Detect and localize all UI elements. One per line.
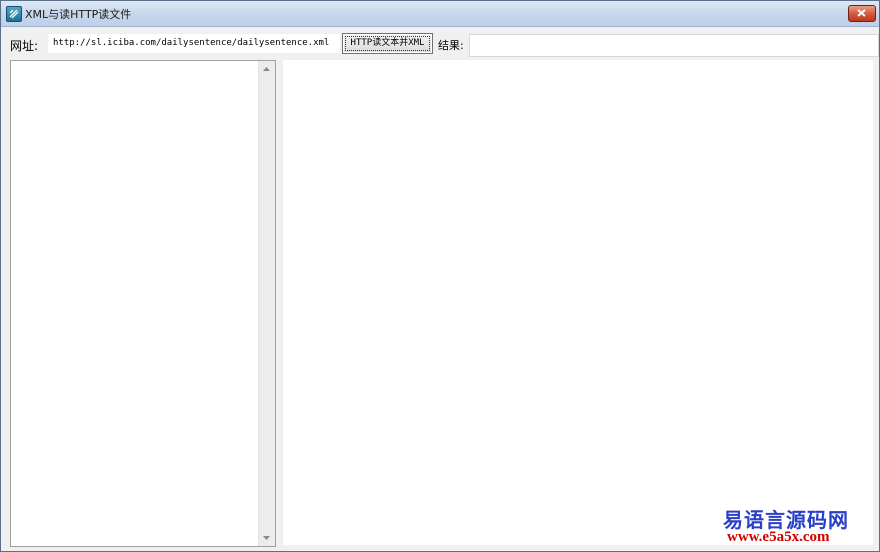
- window-title: XML与读HTTP读文件: [25, 8, 132, 21]
- toolbar: 网址: HTTP读文本并XML 结果:: [1, 27, 879, 57]
- url-label: 网址:: [10, 39, 39, 53]
- scroll-down-icon[interactable]: [263, 536, 270, 540]
- scroll-up-icon[interactable]: [263, 67, 270, 71]
- vertical-scrollbar[interactable]: [258, 61, 275, 546]
- result-label: 结果:: [438, 39, 464, 52]
- title-bar[interactable]: XML与读HTTP读文件: [1, 1, 879, 27]
- url-input[interactable]: [48, 34, 340, 53]
- content-display-area[interactable]: [283, 60, 873, 545]
- http-read-xml-button[interactable]: HTTP读文本并XML: [342, 33, 433, 54]
- app-icon: [6, 6, 22, 22]
- app-window: XML与读HTTP读文件 网址: HTTP读文本并XML 结果: 易语言源码网 …: [0, 0, 880, 552]
- watermark-site-url: www.e5a5x.com: [727, 529, 830, 545]
- result-input[interactable]: [469, 34, 879, 57]
- close-icon: [857, 9, 866, 17]
- focus-rect: [345, 36, 430, 51]
- close-button[interactable]: [848, 5, 876, 22]
- xml-node-list[interactable]: [10, 60, 276, 547]
